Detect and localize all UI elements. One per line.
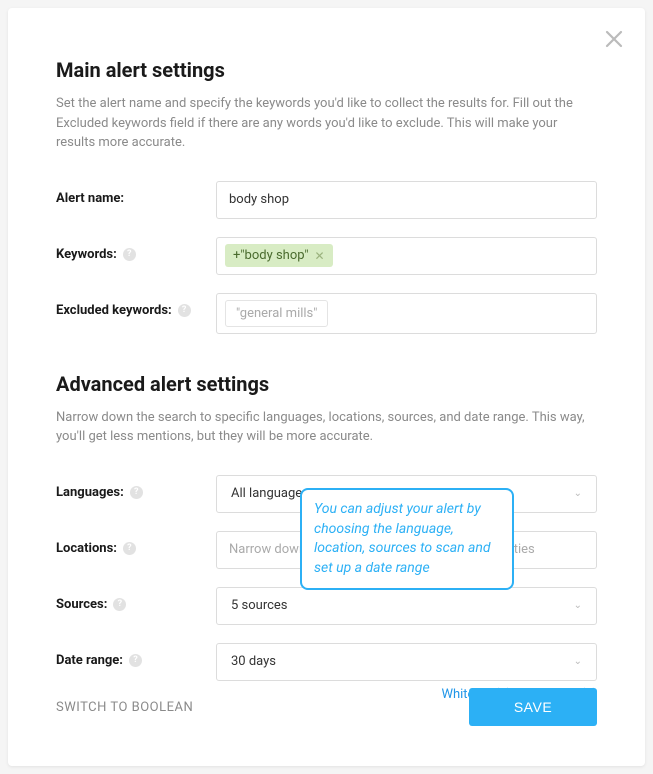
- chevron-down-icon: ⌄: [574, 600, 582, 611]
- excluded-placeholder-pill: "general mills": [225, 300, 328, 327]
- keyword-tag: +"body shop" ✕: [225, 244, 333, 267]
- date-range-label: Date range: ?: [56, 643, 216, 668]
- sources-label: Sources: ?: [56, 587, 216, 612]
- excluded-keywords-label: Excluded keywords: ?: [56, 293, 216, 318]
- help-icon[interactable]: ?: [130, 486, 143, 499]
- alert-name-input[interactable]: [216, 181, 597, 219]
- advanced-title: Advanced alert settings: [56, 372, 597, 396]
- alert-name-label: Alert name:: [56, 181, 216, 206]
- locations-label: Locations: ?: [56, 531, 216, 556]
- help-icon[interactable]: ?: [113, 598, 126, 611]
- main-title: Main alert settings: [56, 58, 597, 82]
- sources-select[interactable]: 5 sources ⌄: [216, 587, 597, 625]
- help-icon[interactable]: ?: [123, 248, 136, 261]
- instruction-tooltip: You can adjust your alert by choosing th…: [300, 488, 514, 590]
- help-icon[interactable]: ?: [123, 542, 136, 555]
- switch-to-boolean-link[interactable]: SWITCH TO BOOLEAN: [56, 700, 193, 715]
- help-icon[interactable]: ?: [129, 654, 142, 667]
- close-icon[interactable]: [605, 30, 623, 48]
- keywords-input[interactable]: +"body shop" ✕: [216, 237, 597, 275]
- alert-settings-modal: Main alert settings Set the alert name a…: [8, 8, 645, 766]
- help-icon[interactable]: ?: [178, 304, 191, 317]
- remove-tag-icon[interactable]: ✕: [315, 249, 325, 263]
- languages-label: Languages: ?: [56, 475, 216, 500]
- save-button[interactable]: SAVE: [469, 688, 597, 726]
- keywords-label: Keywords: ?: [56, 237, 216, 262]
- main-description: Set the alert name and specify the keywo…: [56, 94, 597, 153]
- chevron-down-icon: ⌄: [574, 488, 582, 499]
- excluded-keywords-input[interactable]: "general mills": [216, 293, 597, 334]
- chevron-down-icon: ⌄: [574, 656, 582, 667]
- advanced-description: Narrow down the search to specific langu…: [56, 408, 597, 447]
- date-range-select[interactable]: 30 days ⌄: [216, 643, 597, 681]
